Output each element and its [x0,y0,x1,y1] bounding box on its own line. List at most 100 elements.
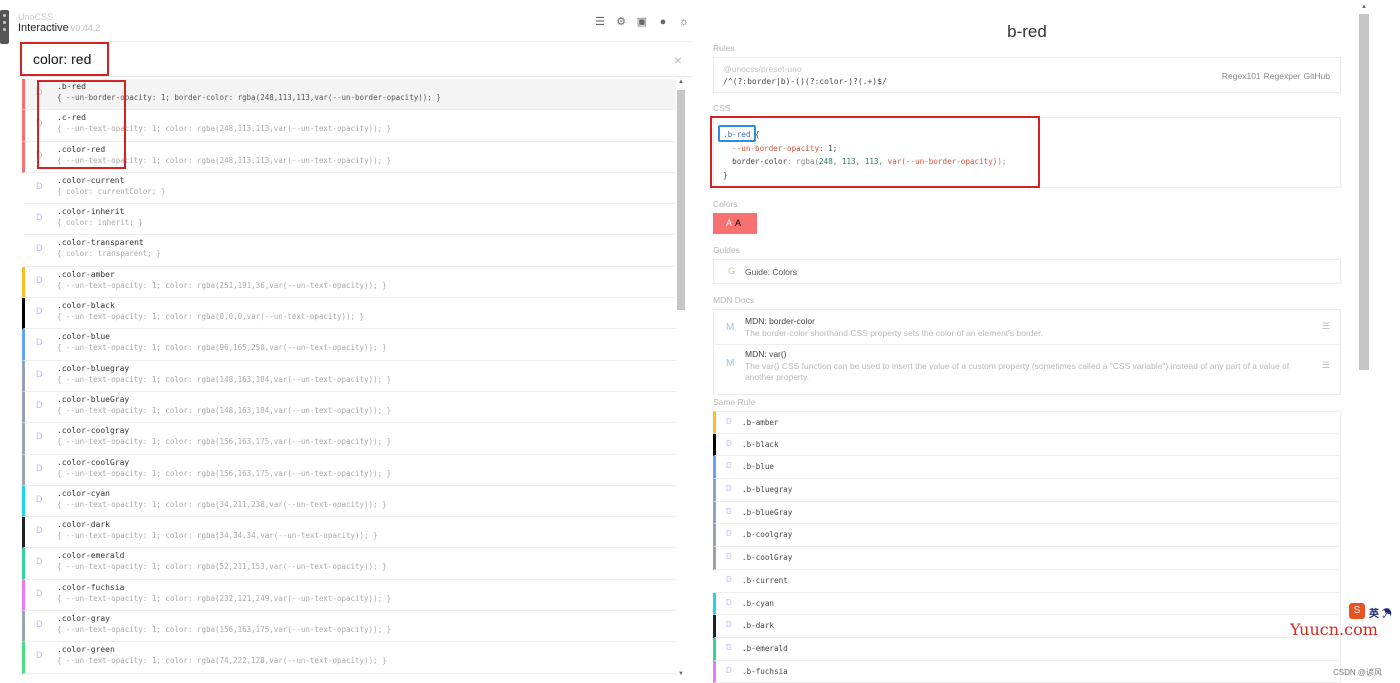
result-item[interactable]: D .color-black{ --un-text-opacity: 1; col… [22,298,676,330]
scroll-thumb[interactable] [1359,14,1369,370]
github-icon[interactable]: ● [657,16,669,28]
result-item[interactable]: D .color-gray{ --un-text-opacity: 1; colo… [22,611,676,643]
result-rule: { --un-text-opacity: 1; color: rgba(34,2… [57,499,387,509]
result-item[interactable]: D .color-cyan{ --un-text-opacity: 1; colo… [22,485,676,518]
mdn-label: MDN Docs [713,295,755,305]
result-name[interactable]: .color-fuchsia [57,583,391,593]
layout-icon[interactable]: ▣ [636,16,648,28]
same-rule-name[interactable]: .b-fuchsia [742,667,788,676]
result-item[interactable]: D .color-coolGray{ --un-text-opacity: 1; … [22,454,676,486]
css-fn: : rgba( [787,157,820,166]
result-name[interactable]: .color-bluegray [57,364,391,374]
result-name[interactable]: .color-green [57,645,387,655]
result-rule: { --un-text-opacity: 1; color: rgba(156,… [57,468,392,478]
result-item[interactable]: D .color-current{ color: currentColor; } [22,173,676,205]
scroll-up-icon[interactable]: ▲ [1361,4,1367,10]
sun-icon[interactable]: ☼ [678,16,690,28]
regex101-link[interactable]: Regex101 [1222,71,1261,81]
same-rule-name[interactable]: .b-bluegray [742,485,792,494]
results-scrollbar[interactable]: ▲ ▼ [676,79,686,683]
result-item[interactable]: D .color-coolgray{ --un-text-opacity: 1; … [22,423,676,455]
scroll-down-icon[interactable]: ▼ [678,671,684,677]
same-rule-name[interactable]: .b-cyan [742,599,774,608]
mdn-title[interactable]: MDN: border-color [745,316,815,326]
same-rule-item[interactable]: D .b-black [713,433,1341,457]
same-rule-name[interactable]: .b-emerald [742,644,788,653]
result-item[interactable]: D .color-dark{ --un-text-opacity: 1; colo… [22,517,676,549]
result-name[interactable]: .color-coolGray [57,458,391,468]
result-item[interactable]: D .color-red{ --un-text-opacity: 1; color… [22,141,676,173]
result-item[interactable]: D .color-bluegray{ --un-text-opacity: 1; … [22,360,676,392]
same-rule-name[interactable]: .b-amber [742,418,779,427]
result-item[interactable]: D .color-emerald{ --un-text-opacity: 1; c… [22,548,676,580]
result-text: .color-coolgray{ --un-text-opacity: 1; c… [57,423,391,447]
same-rule-name[interactable]: .b-dark [742,621,774,630]
same-rule-item[interactable]: D .b-blueGray [713,501,1341,525]
chip-white-a: A [726,218,733,228]
result-name[interactable]: .color-blueGray [57,395,391,405]
result-text: .color-bluegray{ --un-text-opacity: 1; c… [57,361,391,385]
same-rule-item[interactable]: D .b-coolgray [713,524,1341,548]
same-rule-name[interactable]: .b-coolGray [742,553,792,562]
result-rule: { --un-text-opacity: 1; color: rgba(0,0,… [57,312,365,322]
result-item[interactable]: D .c-red{ --un-text-opacity: 1; color: rg… [22,110,676,142]
result-name[interactable]: .color-red [57,145,391,155]
result-item[interactable]: D .color-amber{ --un-text-opacity: 1; col… [22,266,676,299]
result-name[interactable]: .color-current [57,176,165,186]
mdn-title[interactable]: MDN: var() [745,349,787,359]
same-rule-name[interactable]: .b-current [742,576,788,585]
result-name[interactable]: .b-red [57,82,441,92]
menu-icon[interactable]: ☰ [1322,321,1330,332]
same-rule-name[interactable]: .b-coolgray [742,530,792,539]
result-item[interactable]: D .b-red{ --un-border-opacity: 1; border-… [22,79,676,111]
github-link[interactable]: GitHub [1304,71,1330,81]
result-item[interactable]: D .color-inherit{ color: inherit; } [22,204,676,236]
scroll-up-icon[interactable]: ▲ [678,79,684,85]
result-name[interactable]: .color-coolgray [57,426,391,436]
same-rule-item[interactable]: D .b-emerald [713,637,1341,661]
same-rule-name[interactable]: .b-blueGray [742,508,792,517]
same-rule-item[interactable]: D .b-fuchsia [713,660,1341,683]
result-name[interactable]: .color-dark [57,520,378,530]
result-type-icon: D [36,87,43,97]
result-item[interactable]: D .color-green{ --un-text-opacity: 1; col… [22,642,676,674]
result-name[interactable]: .color-cyan [57,489,387,499]
toolbar-icons: ☰ ⚙ ▣ ● ☼ [594,16,690,28]
guide-row[interactable]: G Guide: Colors [713,259,1341,284]
result-name[interactable]: .c-red [57,113,391,123]
result-item[interactable]: D .color-fuchsia{ --un-text-opacity: 1; c… [22,579,676,612]
guide-text[interactable]: Guide: Colors [745,267,797,277]
css-box: .b-red { --un-border-opacity: 1; border-… [713,117,1341,188]
result-name[interactable]: .color-inherit [57,207,143,217]
same-rule-item[interactable]: D .b-amber [713,411,1341,434]
same-rule-item[interactable]: D .b-blue [713,456,1341,480]
result-name[interactable]: .color-transparent [57,238,161,248]
same-rule-item[interactable]: D .b-cyan [713,592,1341,616]
result-item[interactable]: D .color-blue{ --un-text-opacity: 1; colo… [22,329,676,361]
same-rule-item[interactable]: D .b-coolGray [713,547,1341,570]
regexper-link[interactable]: Regexper [1264,71,1301,81]
result-name[interactable]: .color-amber [57,270,387,280]
result-item[interactable]: D .color-blueGray{ --un-text-opacity: 1; … [22,391,676,424]
same-rule-item[interactable]: D .b-bluegray [713,479,1341,502]
search-input[interactable] [20,42,109,76]
result-name[interactable]: .color-blue [57,332,387,342]
same-rule-item[interactable]: D .b-dark [713,615,1341,638]
same-rule-name[interactable]: .b-blue [742,462,774,471]
menu-icon[interactable]: ☰ [1322,360,1330,371]
ime-status: 英 ☂ [1369,609,1392,620]
list-icon[interactable]: ☰ [594,16,606,28]
settings-icon[interactable]: ⚙ [615,16,627,28]
scroll-thumb[interactable] [677,90,685,310]
result-item[interactable]: D .color-transparent{ color: transparent;… [22,235,676,267]
same-rule-item[interactable]: D .b-current [713,569,1341,593]
result-name[interactable]: .color-emerald [57,551,387,561]
result-type-icon: D [36,212,43,223]
drag-handle[interactable] [0,10,9,44]
result-name[interactable]: .color-black [57,301,364,311]
same-rule-name[interactable]: .b-black [742,440,779,449]
result-rule: { --un-text-opacity: 1; color: rgba(248,… [57,155,392,165]
result-name[interactable]: .color-gray [57,614,391,624]
page-scrollbar[interactable]: ▲ [1358,0,1370,683]
clear-icon[interactable]: × [674,52,682,68]
